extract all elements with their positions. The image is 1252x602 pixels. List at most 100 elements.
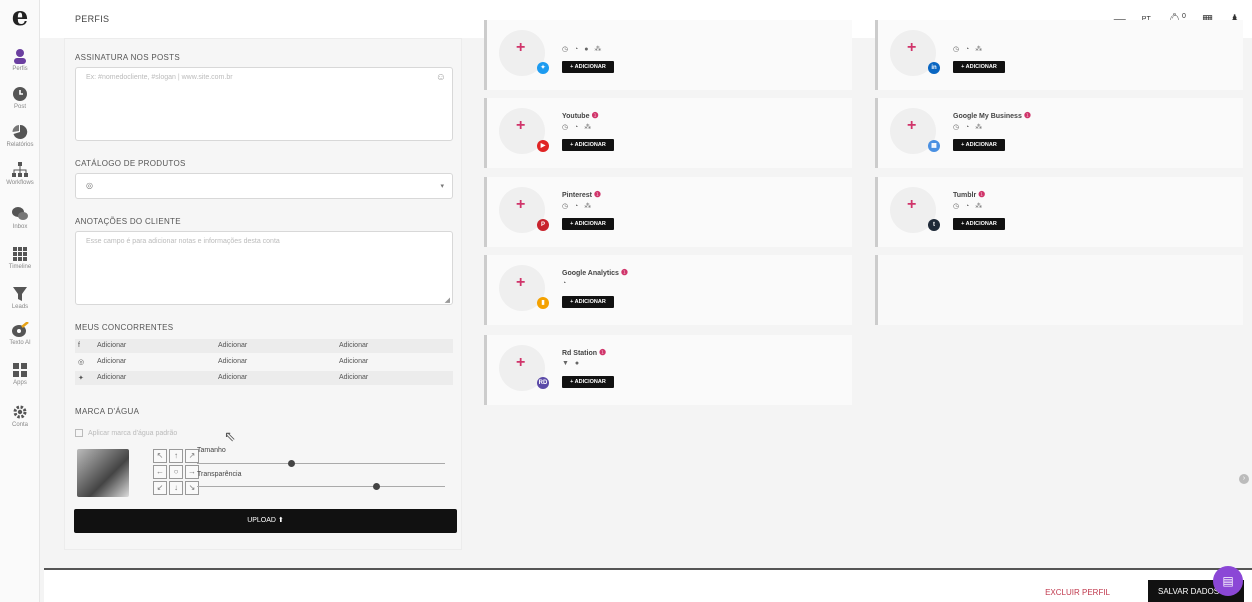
plus-icon[interactable]: + [907,196,916,214]
network-logo-icon: ▶ [537,140,549,152]
notes-label: ANOTAÇÕES DO CLIENTE [75,217,181,226]
signature-textarea[interactable]: Ex: #nomedocliente, #slogan | www.site.c… [75,67,453,141]
sidebar-item-leads[interactable]: Leads [0,286,40,310]
notification-count: 0 [1181,13,1186,20]
notes-textarea[interactable]: Esse campo é para adicionar notas e info… [75,231,453,305]
upload-button[interactable]: UPLOAD ⬆ [74,509,457,533]
competitor-input[interactable]: Adicionar [339,374,368,381]
sidebar-item-inbox[interactable]: Inbox [0,206,40,230]
plus-icon[interactable]: + [516,196,525,214]
arrow-down-right-icon[interactable]: ↘ [185,481,199,495]
help-icon[interactable]: ❶ [594,190,601,199]
sidebar-item-perfis[interactable]: Perfis [0,48,40,72]
network-name: Pinterest ❶ [562,190,601,199]
network-name-text: Google My Business [953,113,1022,120]
add-network-button[interactable]: + ADICIONAR [953,139,1005,151]
arrow-down-icon[interactable]: ↓ [169,481,183,495]
plus-icon[interactable]: + [516,274,525,292]
signature-placeholder: Ex: #nomedocliente, #slogan | www.site.c… [86,74,233,81]
sidebar-item-conta[interactable]: Conta [0,404,40,428]
competitor-input[interactable]: Adicionar [97,374,126,381]
arrow-left-icon[interactable]: ← [153,465,167,479]
network-name-text: Pinterest [562,192,592,199]
transparency-slider-handle[interactable] [372,483,380,490]
competitor-input[interactable]: Adicionar [218,374,247,381]
transparency-slider-track[interactable] [197,486,445,487]
social-card: + t Tumblr ❶ ◷ ◔ ⁂ + ADICIONAR [875,177,1243,247]
sidebar: e Perfis Post Relatórios Workflows Inbox… [0,0,40,602]
social-card: + RD Rd Station ❶ ▼ ● + ADICIONAR [484,335,852,405]
chevron-down-icon: ▾ [440,183,444,190]
arrow-down-left-icon[interactable]: ↙ [153,481,167,495]
competitor-input[interactable]: Adicionar [339,358,368,365]
chat-support-button[interactable]: ▤ [1213,566,1243,596]
competitors-label: MEUS CONCORRENTES [75,323,174,332]
plus-icon[interactable]: + [907,39,916,57]
help-icon[interactable]: ❶ [1024,111,1031,120]
chat-icon [12,207,28,220]
social-card: + ▮ Google Analytics ❶ ◔ + ADICIONAR [484,255,852,325]
sidebar-item-workflows[interactable]: Workflows [0,162,40,186]
add-network-button[interactable]: + ADICIONAR [562,139,614,151]
competitor-input[interactable]: Adicionar [97,358,126,365]
network-name: Google Analytics ❶ [562,268,628,277]
arrow-up-icon[interactable]: ↑ [169,449,183,463]
add-network-button[interactable]: + ADICIONAR [562,218,614,230]
add-network-button[interactable]: + ADICIONAR [562,376,614,388]
sidebar-item-relatorios[interactable]: Relatórios [0,124,40,148]
size-slider-track[interactable] [197,463,445,464]
sidebar-item-label: Apps [13,380,27,386]
social-card: + ▦ Google My Business ❶ ◷ ◔ ⁂ + ADICIONAR [875,98,1243,168]
sidebar-item-texto-ai[interactable]: Texto AI [0,322,40,346]
help-icon[interactable]: ❶ [591,111,598,120]
signature-label: ASSINATURA NOS POSTS [75,53,180,62]
competitor-input[interactable]: Adicionar [218,342,247,349]
competitor-input[interactable]: Adicionar [218,358,247,365]
network-features: ▼ ● [562,360,582,367]
chevron-right-icon[interactable]: › [1239,474,1249,484]
sidebar-item-timeline[interactable]: Timeline [0,246,40,270]
add-network-button[interactable]: + ADICIONAR [953,218,1005,230]
network-name-text: Youtube [562,113,590,120]
help-icon[interactable]: ❶ [621,268,628,277]
app-logo[interactable]: e [6,4,34,32]
instagram-icon: ◎ [78,359,85,366]
sidebar-item-label: Post [13,104,26,110]
watermark-checkbox-row[interactable]: Aplicar marca d'água padrão [75,429,177,437]
delete-profile-button[interactable]: EXCLUIR PERFIL [1045,588,1110,597]
network-features: ◷ ◔ ⁂ [562,203,594,210]
competitor-row-instagram: ◎ Adicionar Adicionar Adicionar [75,355,453,369]
sidebar-item-label: Conta [11,422,28,428]
sidebar-item-post[interactable]: Post [0,86,40,110]
plus-icon[interactable]: + [516,117,525,135]
emoji-icon[interactable]: ☺ [436,72,446,83]
transparency-label: Transparência [197,471,242,478]
competitor-input[interactable]: Adicionar [97,342,126,349]
center-dot-icon[interactable]: ○ [169,465,183,479]
resize-handle-icon[interactable]: ◢ [445,296,450,304]
competitor-row-twitter: ✦ Adicionar Adicionar Adicionar [75,371,453,385]
size-slider-handle[interactable] [288,460,296,467]
network-name-text: Tumblr [953,192,977,199]
network-logo-icon: ▮ [537,297,549,309]
add-network-button[interactable]: + ADICIONAR [953,61,1005,73]
sidebar-item-label: Timeline [8,264,32,270]
arrow-up-left-icon[interactable]: ↖ [153,449,167,463]
competitor-input[interactable]: Adicionar [339,342,368,349]
plus-icon[interactable]: + [516,354,525,372]
gear-icon [13,405,27,419]
sidebar-item-apps[interactable]: Apps [0,362,40,386]
network-name: Tumblr ❶ [953,190,985,199]
network-features: ◷ ◔ ⁂ [562,124,594,131]
add-network-button[interactable]: + ADICIONAR [562,61,614,73]
watermark-checkbox[interactable] [75,429,83,437]
filter-icon [13,287,27,301]
add-network-button[interactable]: + ADICIONAR [562,296,614,308]
profile-form-panel: ASSINATURA NOS POSTS Ex: #nomedocliente,… [64,38,462,550]
catalog-select[interactable]: ◎ ▾ [75,173,453,199]
help-icon[interactable]: ❶ [978,190,985,199]
help-icon[interactable]: ❶ [599,348,606,357]
network-logo-icon: t [928,219,940,231]
plus-icon[interactable]: + [516,39,525,57]
plus-icon[interactable]: + [907,117,916,135]
